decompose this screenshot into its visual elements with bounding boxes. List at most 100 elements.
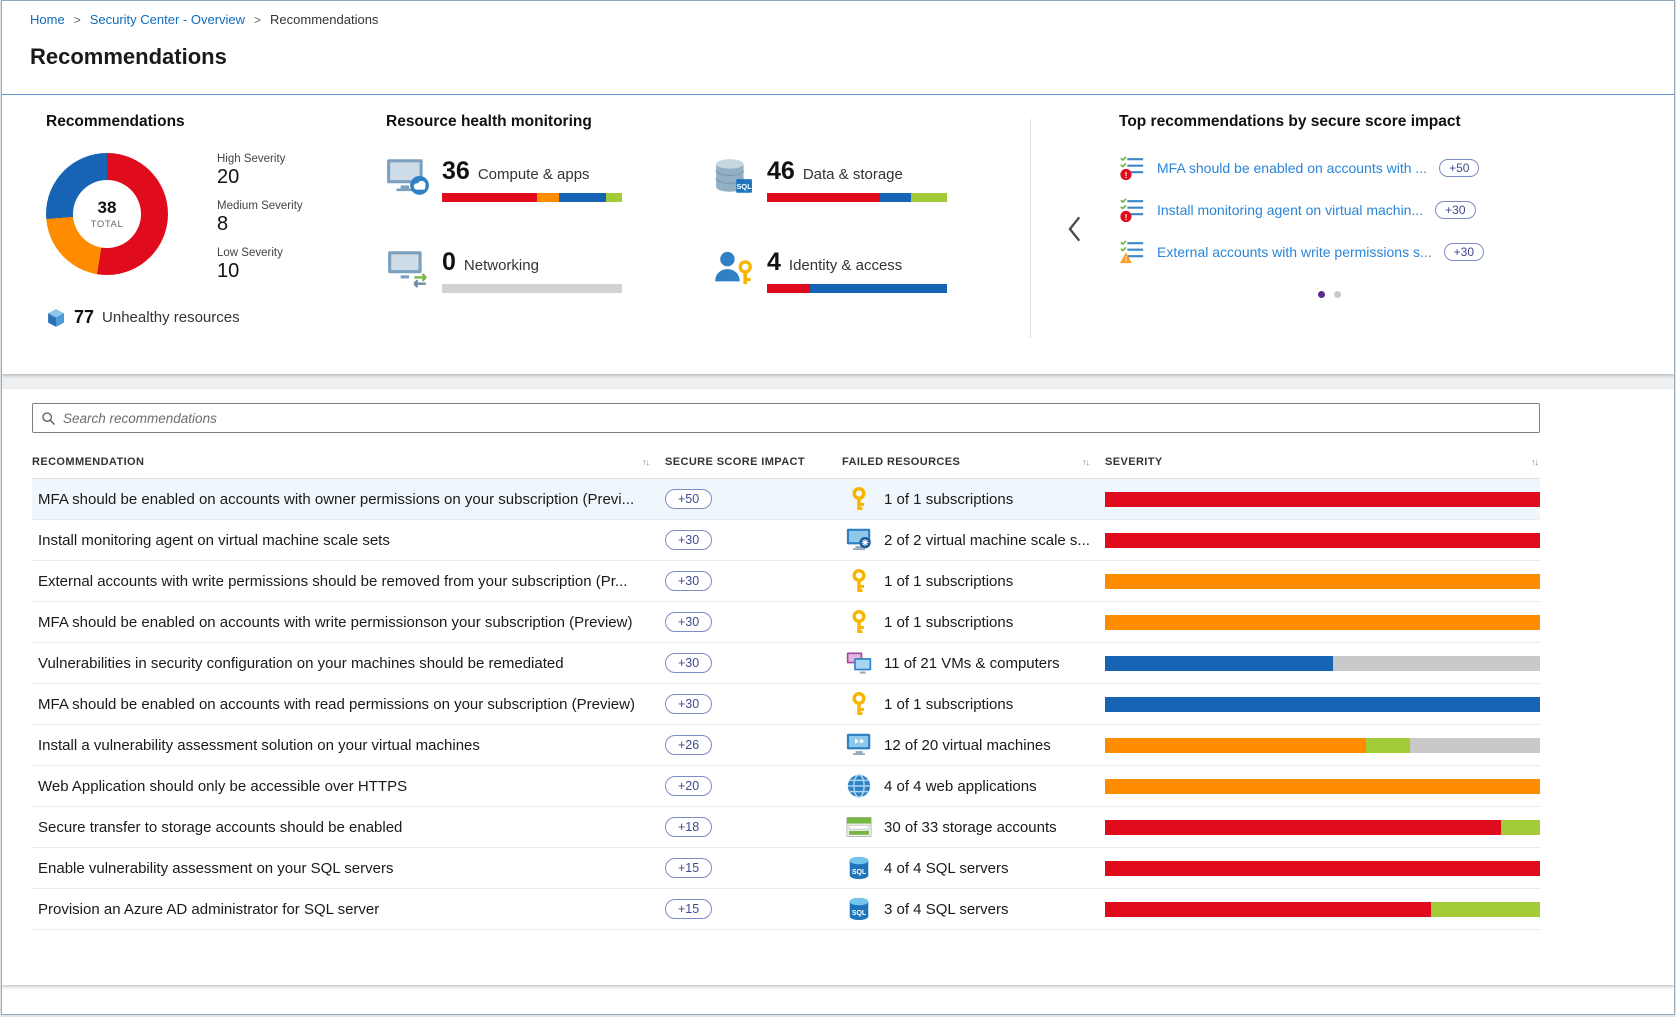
top-recommendation-item[interactable]: ! External accounts with write permissio… [1119,239,1646,265]
severity-cell [1105,861,1540,876]
bar-segment [559,193,606,202]
recommendation-link[interactable]: Install monitoring agent on virtual mach… [1157,202,1423,218]
bar-segment [1105,492,1540,507]
title-bar: Recommendations [2,38,1674,94]
data-storage-icon: SQL [711,157,755,197]
table-row[interactable]: Enable vulnerability assessment on your … [32,848,1540,889]
top-recommendation-item[interactable]: ! MFA should be enabled on accounts with… [1119,155,1646,181]
search-box[interactable] [32,403,1540,433]
score-cell: +30 [665,530,842,550]
bar-segment [810,284,947,293]
sort-icon[interactable] [642,457,649,467]
failed-resources-text: 30 of 33 storage accounts [884,819,1057,836]
failed-resources-text: 2 of 2 virtual machine scale s... [884,532,1090,549]
bar-segment [1105,738,1366,753]
breadcrumb: Home Security Center - Overview Recommen… [30,12,378,27]
table-row[interactable]: External accounts with write permissions… [32,561,1540,602]
score-cell: +50 [665,489,842,509]
failed-resources-cell: 30 of 33 storage accounts [842,814,1105,840]
score-pill: +50 [665,489,712,509]
top-recommendation-item[interactable]: ! Install monitoring agent on virtual ma… [1119,197,1646,223]
severity-cell [1105,902,1540,917]
severity-cell [1105,738,1540,753]
severity-bar [1105,779,1540,794]
severity-legend: High Severity 20 Medium Severity 8 [202,153,303,285]
score-cell: +15 [665,899,842,919]
top-recommendations-title: Top recommendations by secure score impa… [1119,113,1646,131]
table-row[interactable]: Secure transfer to storage accounts shou… [32,807,1540,848]
azure-portal-page: Home Security Center - Overview Recommen… [1,0,1675,1015]
column-header[interactable]: FAILED RESOURCES [842,456,1105,468]
recommendation-link[interactable]: MFA should be enabled on accounts with .… [1157,160,1427,176]
severity-bar [1105,738,1540,753]
score-pill: +30 [665,612,712,632]
table-row[interactable]: Web Application should only be accessibl… [32,766,1540,807]
column-header[interactable]: SECURE SCORE IMPACT [665,456,842,468]
table-row[interactable]: Install a vulnerability assessment solut… [32,725,1540,766]
legend-label: Medium Severity [217,200,303,212]
health-bar [442,284,622,293]
column-label: SECURE SCORE IMPACT [665,456,805,468]
resource-health-item[interactable]: SQL 46 Data & storage [711,157,1036,202]
unhealthy-resources: 77 Unhealthy resources [46,307,382,328]
recommendations-summary-title: Recommendations [46,113,382,131]
bar-segment [880,193,911,202]
table-row[interactable]: MFA should be enabled on accounts with r… [32,684,1540,725]
severity-bar [1105,492,1540,507]
legend-item: High Severity 20 [202,153,303,191]
bar-segment [1105,820,1501,835]
resource-health-item[interactable]: 4 Identity & access [711,248,1036,293]
svg-text:SQL: SQL [852,869,867,876]
legend-value: 20 [217,166,285,189]
carousel-dot-active[interactable] [1318,291,1325,298]
chevron-left-icon[interactable] [1067,215,1081,243]
table-row[interactable]: MFA should be enabled on accounts with w… [32,602,1540,643]
severity-cell [1105,697,1540,712]
identity-access-icon [711,248,755,288]
score-cell: +20 [665,776,842,796]
unhealthy-label: Unhealthy resources [102,309,240,326]
score-pill: +30 [665,530,712,550]
score-pill: +18 [665,817,712,837]
severity-cell [1105,574,1540,589]
unhealthy-count: 77 [74,307,94,328]
checklist-warning-icon: ! [1119,239,1145,265]
breadcrumb-item[interactable]: Security Center - Overview [90,12,270,27]
page-header: Home Security Center - Overview Recommen… [2,1,1674,94]
table-row[interactable]: Install monitoring agent on virtual mach… [32,520,1540,561]
column-header[interactable]: SEVERITY [1105,456,1540,468]
carousel-dot[interactable] [1334,291,1341,298]
table-row[interactable]: Provision an Azure AD administrator for … [32,889,1540,930]
failed-resources-text: 3 of 4 SQL servers [884,901,1009,918]
legend-item: Medium Severity 8 [202,200,303,238]
search-input[interactable] [63,411,1531,426]
score-pill: +30 [1435,201,1475,219]
table-row[interactable]: MFA should be enabled on accounts with o… [32,479,1540,520]
recommendation-link[interactable]: External accounts with write permissions… [1157,244,1432,260]
resource-health-grid: 36 Compute & apps SQL 46 Data & storag [386,157,1030,293]
donut-total: 38 [98,198,117,218]
severity-cell [1105,820,1540,835]
severity-cell [1105,779,1540,794]
sort-icon[interactable] [1082,457,1089,467]
failed-resources-text: 1 of 1 subscriptions [884,573,1013,590]
score-cell: +30 [665,653,842,673]
bar-segment [1105,902,1431,917]
failed-resources-cell: SQL 3 of 4 SQL servers [842,896,1105,922]
top-recommendations: Top recommendations by secure score impa… [1031,113,1646,374]
score-pill: +30 [665,653,712,673]
table-row[interactable]: Vulnerabilities in security configuratio… [32,643,1540,684]
breadcrumb-item[interactable]: Home [30,12,90,27]
recommendation-cell: MFA should be enabled on accounts with r… [32,696,665,713]
resource-health-item[interactable]: 0 Networking [386,248,711,293]
sort-icon[interactable] [1531,457,1538,467]
svg-text:!: ! [1125,254,1127,263]
bar-segment [606,193,622,202]
breadcrumb-item[interactable]: Recommendations [270,12,378,27]
table-body: MFA should be enabled on accounts with o… [32,479,1540,930]
resource-count: 36 [442,157,470,186]
resource-health-item[interactable]: 36 Compute & apps [386,157,711,202]
column-header[interactable]: RECOMMENDATION [32,456,665,468]
bar-segment [767,193,880,202]
bar-segment [1501,820,1540,835]
